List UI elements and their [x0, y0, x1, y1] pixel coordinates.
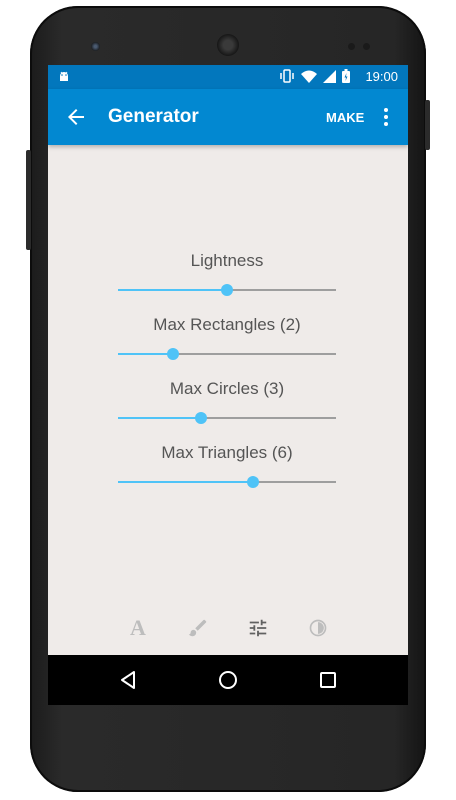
slider-thumb[interactable]	[221, 284, 233, 296]
earpiece-speaker	[217, 34, 239, 56]
tab-tune[interactable]	[243, 613, 273, 643]
slider-thumb[interactable]	[247, 476, 260, 488]
text-icon: A	[130, 615, 146, 640]
recents-icon[interactable]	[316, 668, 340, 692]
status-icons	[279, 69, 350, 83]
slider-label: Max Rectangles (2)	[153, 315, 301, 334]
more-vert-icon[interactable]	[374, 105, 398, 129]
vibrate-icon	[280, 69, 294, 83]
arrow-back-icon[interactable]	[64, 105, 88, 129]
brush-icon	[188, 619, 207, 637]
navigation-bar	[48, 655, 408, 705]
slider-fill	[118, 417, 201, 419]
tune-icon	[249, 619, 267, 637]
slider-lightness: Lightness	[118, 251, 336, 296]
slider-track[interactable]	[118, 476, 336, 488]
android-notification-icon	[58, 70, 70, 87]
battery-icon	[342, 69, 350, 83]
slider-label: Max Triangles (6)	[161, 443, 293, 462]
toolbar-title: Generator	[108, 106, 199, 127]
slider-thumb[interactable]	[194, 412, 207, 424]
bottom-tab-bar: A	[48, 613, 408, 643]
slider-track[interactable]	[118, 412, 336, 424]
contrast-icon	[309, 619, 327, 637]
back-icon[interactable]	[116, 668, 140, 692]
home-icon[interactable]	[216, 668, 240, 692]
slider-track[interactable]	[118, 284, 336, 296]
proximity-sensor	[348, 43, 355, 50]
slider-track[interactable]	[118, 348, 336, 360]
app-toolbar: Generator MAKE	[48, 89, 408, 145]
light-sensor	[363, 43, 370, 50]
slider-label: Lightness	[190, 251, 264, 270]
signal-icon	[323, 69, 336, 83]
status-time: 19:00	[365, 69, 398, 84]
slider-fill	[118, 289, 227, 291]
wifi-icon	[301, 70, 317, 83]
slider-thumb[interactable]	[166, 348, 179, 360]
slider-max-rectangles: Max Rectangles (2)	[118, 315, 336, 360]
power-button	[425, 100, 430, 150]
front-camera	[91, 42, 100, 51]
slider-max-circles: Max Circles (3)	[118, 379, 336, 424]
slider-fill	[118, 481, 254, 483]
volume-button	[26, 150, 31, 250]
slider-label: Max Circles (3)	[169, 379, 285, 398]
tab-text[interactable]: A	[123, 613, 153, 643]
tab-contrast[interactable]	[303, 613, 333, 643]
make-button[interactable]: MAKE	[326, 110, 364, 125]
tab-brush[interactable]	[183, 613, 213, 643]
status-bar: 19:00	[48, 65, 408, 89]
screen: 19:00 Generator MAKE Lightness Max Recta…	[48, 65, 408, 705]
slider-fill	[118, 353, 173, 355]
slider-max-triangles: Max Triangles (6)	[118, 443, 336, 488]
